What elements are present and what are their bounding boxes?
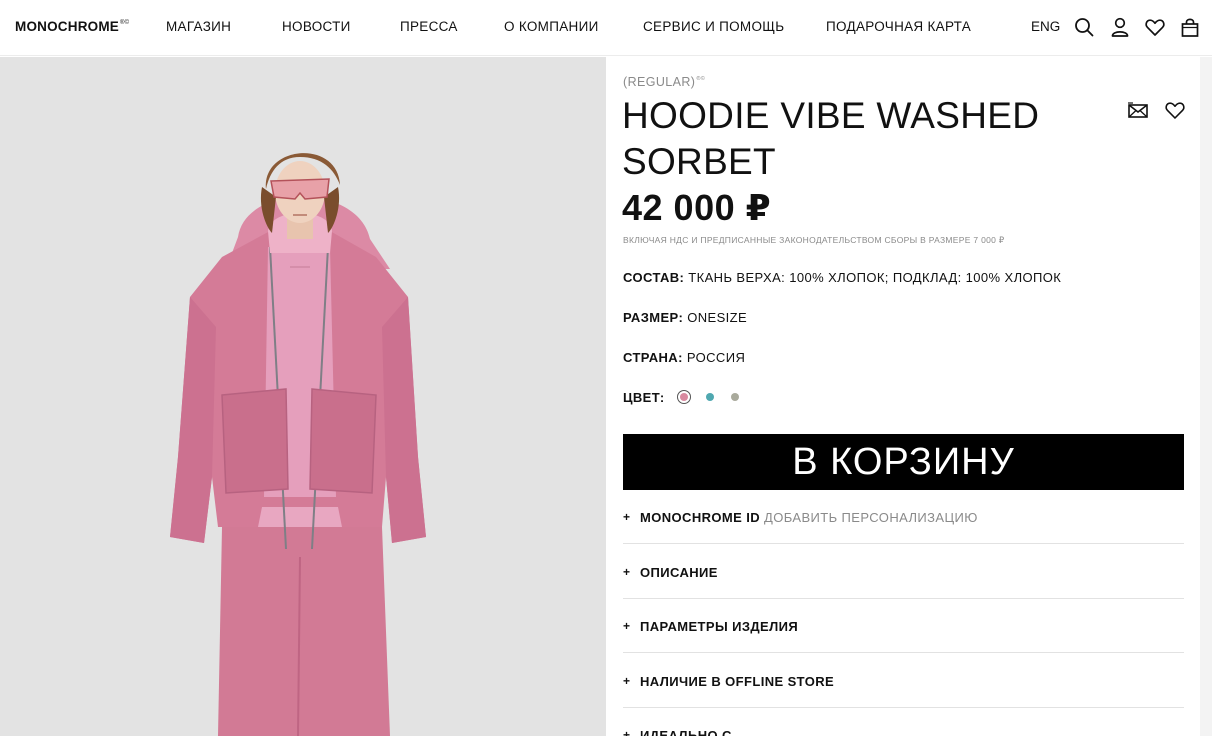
nav-shop[interactable]: МАГАЗИН — [166, 19, 231, 34]
product-details: (REGULAR)®© HOODIE VIBE WASHED SORBET 42… — [607, 57, 1212, 736]
accordion-subtitle: ДОБАВИТЬ ПЕРСОНАЛИЗАЦИЮ — [764, 510, 978, 525]
accordion-label: ИДЕАЛЬНО С — [640, 728, 732, 736]
color-swatch-pink[interactable] — [677, 390, 691, 404]
country-label: СТРАНА: — [623, 350, 683, 365]
product-image[interactable] — [0, 57, 606, 736]
logo-mark: ®© — [120, 20, 130, 26]
user-icon[interactable] — [1109, 16, 1131, 38]
composition-label: СОСТАВ: — [623, 270, 685, 285]
composition-value: ТКАНЬ ВЕРХА: 100% ХЛОПОК; ПОДКЛАД: 100% … — [684, 270, 1062, 285]
accordion-parameters[interactable]: + ПАРАМЕТРЫ ИЗДЕЛИЯ — [623, 599, 1184, 653]
product-line-text: (REGULAR) — [623, 75, 696, 89]
accordion-label: ПАРАМЕТРЫ ИЗДЕЛИЯ — [640, 619, 799, 634]
accordion-perfect-with[interactable]: + ИДЕАЛЬНО С — [623, 708, 1184, 736]
accordion-label: MONOCHROME ID ДОБАВИТЬ ПЕРСОНАЛИЗАЦИЮ — [640, 510, 978, 525]
accordion-label: ОПИСАНИЕ — [640, 565, 718, 580]
accordion-title: MONOCHROME ID — [640, 510, 761, 525]
color-label-text: ЦВЕТ: — [623, 390, 665, 405]
product-line-mark: ®© — [696, 76, 706, 82]
add-to-cart-button[interactable]: В КОРЗИНУ — [623, 434, 1184, 490]
color-swatch-grey[interactable] — [728, 390, 742, 404]
product-price: 42 000 ₽ — [622, 187, 772, 228]
nav-press[interactable]: ПРЕССА — [400, 19, 458, 34]
bag-icon[interactable] — [1179, 16, 1201, 38]
product-title: HOODIE VIBE WASHED SORBET — [622, 95, 1040, 182]
country-value: РОССИЯ — [682, 350, 746, 365]
heart-icon[interactable] — [1144, 16, 1166, 38]
logo[interactable]: MONOCHROME®© — [15, 19, 129, 34]
accordion-monochrome-id[interactable]: + MONOCHROME ID ДОБАВИТЬ ПЕРСОНАЛИЗАЦИЮ — [623, 490, 1184, 544]
composition: СОСТАВ: ТКАНЬ ВЕРХА: 100% ХЛОПОК; ПОДКЛА… — [623, 270, 1061, 285]
size: РАЗМЕР: ONESIZE — [623, 310, 747, 325]
wishlist-heart-icon[interactable] — [1164, 99, 1186, 121]
color-label: ЦВЕТ: — [623, 390, 665, 405]
nav-news[interactable]: НОВОСТИ — [282, 19, 351, 34]
share-mail-icon[interactable] — [1127, 99, 1149, 121]
vat-note: ВКЛЮЧАЯ НДС И ПРЕДПИСАННЫЕ ЗАКОНОДАТЕЛЬС… — [623, 235, 1005, 245]
accordion-description[interactable]: + ОПИСАНИЕ — [623, 545, 1184, 599]
site-header: MONOCHROME®© МАГАЗИН НОВОСТИ ПРЕССА О КО… — [0, 0, 1212, 56]
search-icon[interactable] — [1073, 16, 1095, 38]
logo-text: MONOCHROME — [15, 19, 119, 34]
color-swatch-teal[interactable] — [703, 390, 717, 404]
size-value: ONESIZE — [683, 310, 748, 325]
language-switch[interactable]: ENG — [1031, 19, 1060, 34]
scrollbar[interactable] — [1200, 57, 1212, 736]
plus-icon: + — [623, 565, 631, 579]
plus-icon: + — [623, 674, 631, 688]
plus-icon: + — [623, 619, 631, 633]
nav-gift-card[interactable]: ПОДАРОЧНАЯ КАРТА — [826, 19, 971, 34]
plus-icon: + — [623, 510, 631, 524]
product-line: (REGULAR)®© — [623, 75, 705, 89]
country: СТРАНА: РОССИЯ — [623, 350, 745, 365]
plus-icon: + — [623, 728, 631, 736]
model-photo — [0, 57, 606, 736]
nav-company[interactable]: О КОМПАНИИ — [504, 19, 599, 34]
accordion-label: НАЛИЧИЕ В OFFLINE STORE — [640, 674, 835, 689]
size-label: РАЗМЕР: — [623, 310, 684, 325]
nav-service[interactable]: СЕРВИС И ПОМОЩЬ — [643, 19, 784, 34]
accordion-offline-store[interactable]: + НАЛИЧИЕ В OFFLINE STORE — [623, 654, 1184, 708]
